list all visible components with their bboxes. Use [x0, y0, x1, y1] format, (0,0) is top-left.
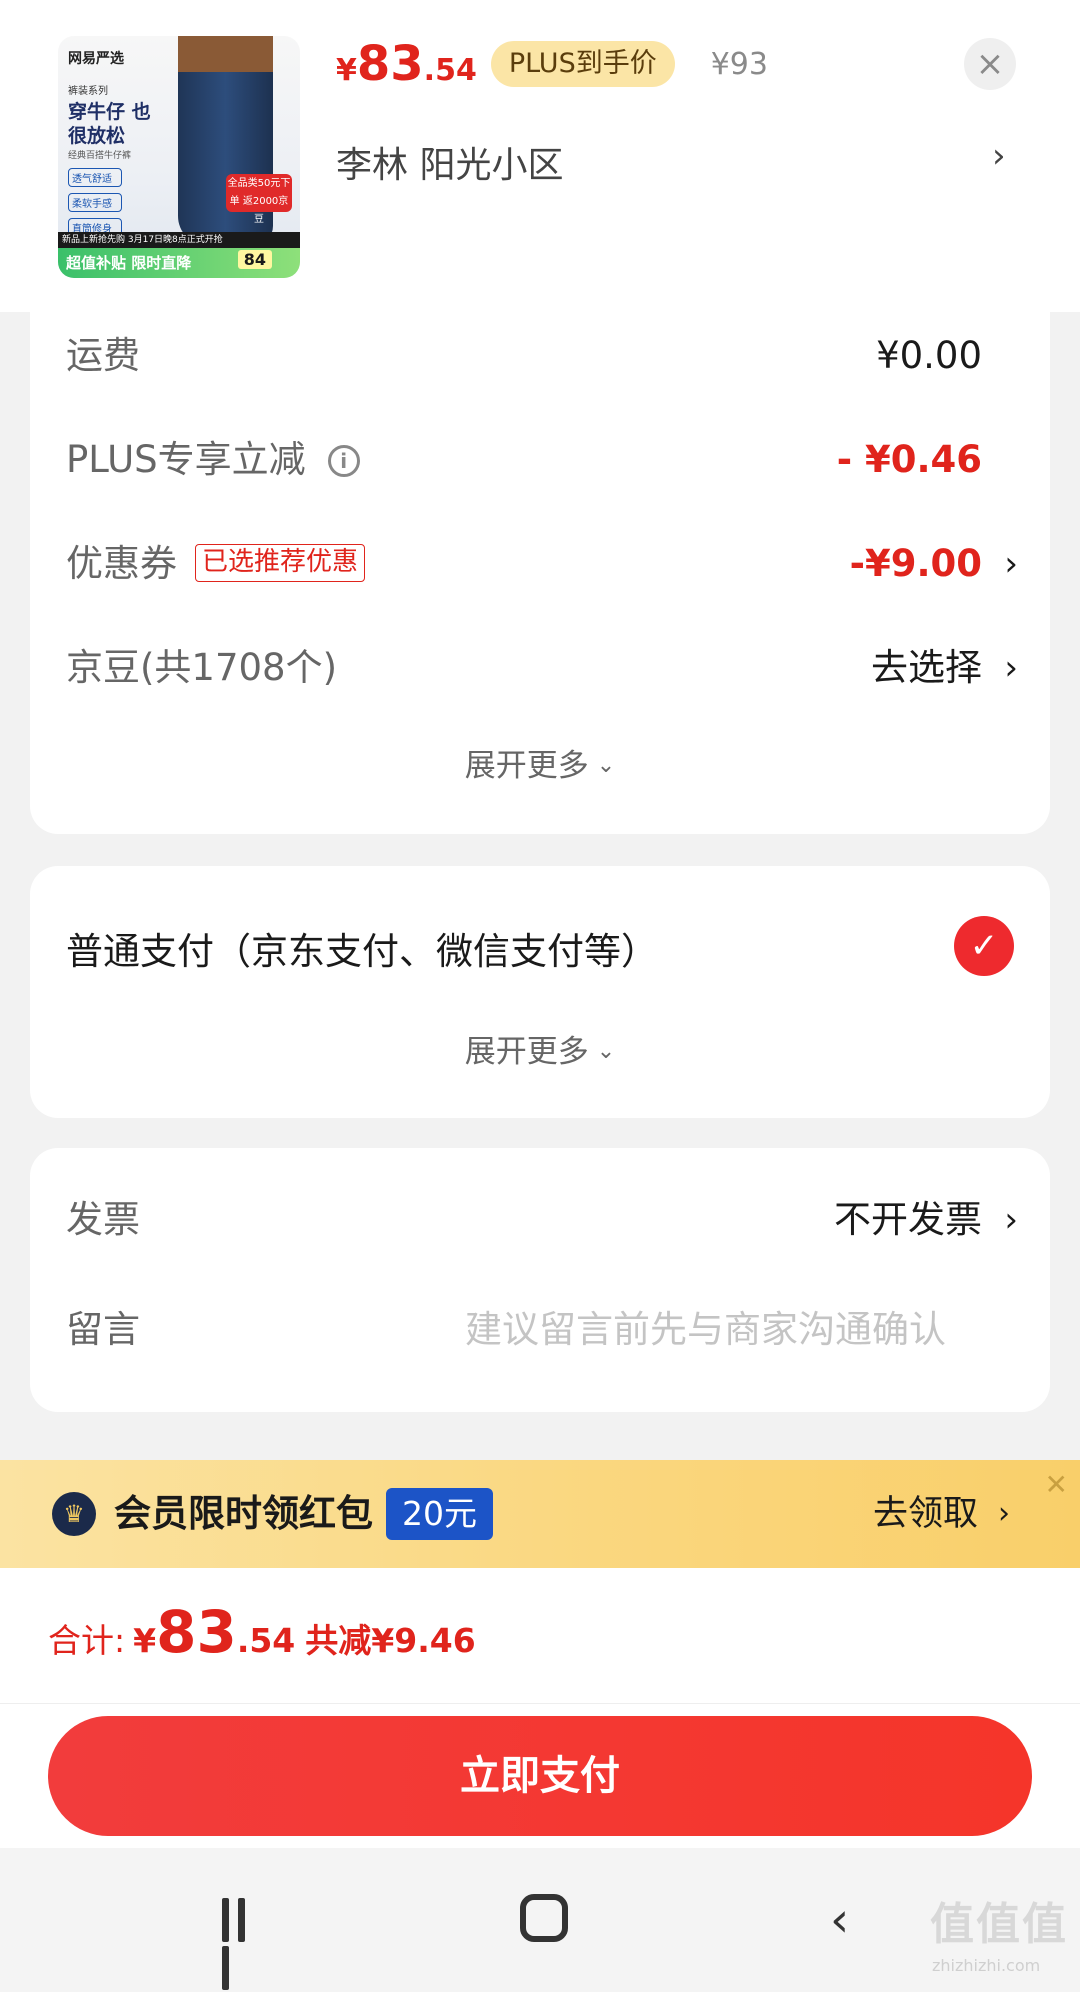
invoice-value: 不开发票 [834, 1198, 982, 1241]
price-symbol: ¥ [336, 53, 357, 88]
price-row: ¥83.54 PLUS到手价 ¥93 [336, 34, 768, 94]
coupon-tag: 已选推荐优惠 [195, 544, 366, 582]
thumb-bottom-text: 超值补贴 限时直降 [66, 254, 192, 272]
shipping-value: ¥0.00 [876, 334, 982, 377]
expand-more-label: 展开更多 [464, 748, 589, 784]
product-thumbnail[interactable]: 网易严选 裤装系列 穿牛仔 也很放松 经典百搭牛仔裤 透气舒适 柔软手感 直筒修… [58, 36, 300, 278]
plus-discount-text: PLUS专享立减 [66, 438, 306, 481]
delivery-address[interactable]: 李林 阳光小区 [336, 136, 563, 188]
original-price: ¥93 [710, 46, 768, 82]
checkout-page: 网易严选 裤装系列 穿牛仔 也很放松 经典百搭牛仔裤 透气舒适 柔软手感 直筒修… [0, 0, 1080, 1992]
fees-card: 运费 ¥0.00 PLUS专享立减 i - ¥0.46 优惠券 已选推荐优惠 -¥9… [30, 312, 1050, 834]
note-input[interactable]: 建议留言前先与商家沟通确认 [465, 1300, 946, 1360]
total-int: 83 [156, 1598, 237, 1666]
plus-discount-row: PLUS专享立减 i - ¥0.46 [66, 430, 1018, 490]
note-row[interactable]: 留言 建议留言前先与商家沟通确认 [66, 1300, 1018, 1360]
coupon-label: 优惠券 已选推荐优惠 [66, 534, 366, 594]
close-icon[interactable]: × [964, 38, 1016, 90]
belt-image [178, 36, 273, 72]
price-int: 83 [356, 36, 424, 92]
system-nav-bar: ‹ 值值值 zhizhizhi.com [0, 1848, 1080, 1992]
close-icon[interactable]: ✕ [1045, 1468, 1068, 1501]
thumb-subtitle: 经典百搭牛仔裤 [68, 151, 132, 161]
total-label: 合计: [48, 1621, 126, 1660]
jingdou-value: 去选择 [871, 646, 982, 689]
chevron-right-icon[interactable]: › [992, 136, 1006, 176]
watermark-logo: 值值值 [930, 1899, 1068, 1950]
thumb-bottom-bar: 超值补贴 限时直降 84 [58, 248, 300, 278]
plus-price-badge: PLUS到手价 [490, 41, 675, 87]
banner-title: 会员限时领红包 [114, 1492, 373, 1535]
invoice-label: 发票 [66, 1198, 140, 1241]
product-header: 网易严选 裤装系列 穿牛仔 也很放松 经典百搭牛仔裤 透气舒适 柔软手感 直筒修… [0, 0, 1080, 312]
back-icon[interactable]: ‹ [830, 1892, 849, 1948]
pay-area: 立即支付 [0, 1704, 1080, 1848]
total-dec: .54 [236, 1621, 296, 1660]
chevron-right-icon[interactable]: › [1004, 638, 1018, 698]
chevron-right-icon[interactable]: › [998, 1486, 1010, 1542]
thumb-headline: 穿牛仔 也很放松 [68, 101, 151, 147]
chevron-down-icon: ⌄ [596, 1039, 616, 1064]
coupon-row[interactable]: 优惠券 已选推荐优惠 -¥9.00 › [66, 534, 1018, 594]
total-saving: 共减¥9.46 [305, 1621, 476, 1660]
expand-more-label: 展开更多 [464, 1034, 589, 1070]
note-label: 留言 [66, 1308, 140, 1351]
pay-now-button[interactable]: 立即支付 [48, 1716, 1032, 1836]
coupon-value: -¥9.00 [849, 542, 982, 585]
thumb-promo: 全品类50元下单 返2000京豆 [226, 174, 292, 225]
order-summary: 合计: ¥83.54 共减¥9.46 [0, 1568, 1080, 1704]
chevron-right-icon[interactable]: › [1004, 1190, 1018, 1250]
invoice-row[interactable]: 发票 不开发票 › [66, 1190, 1018, 1250]
thumb-brand: 网易严选 [68, 51, 124, 67]
thumb-bottom-price: 84 [237, 250, 272, 269]
total-line: 合计: ¥83.54 共减¥9.46 [48, 1598, 476, 1666]
chevron-down-icon: ⌄ [596, 753, 616, 778]
shipping-label: 运费 [66, 334, 140, 377]
info-icon[interactable]: i [327, 445, 360, 477]
banner-amount: 20元 [386, 1488, 493, 1540]
product-price: ¥83.54 [336, 36, 477, 92]
watermark-url: zhizhizhi.com [932, 1956, 1041, 1975]
recent-apps-icon[interactable] [222, 1898, 266, 1990]
thumb-tag: 透气舒适 [68, 168, 122, 187]
home-icon[interactable] [520, 1894, 568, 1942]
check-icon[interactable]: ✓ [954, 916, 1014, 976]
thumb-tag: 柔软手感 [68, 193, 122, 212]
total-symbol: ¥ [133, 1621, 157, 1660]
jingdou-row[interactable]: 京豆(共1708个) 去选择 › [66, 638, 1018, 698]
expand-more-fees[interactable]: 展开更多 ⌄ [30, 740, 1050, 785]
shipping-row: 运费 ¥0.00 [66, 326, 1018, 386]
chevron-right-icon[interactable]: › [1004, 534, 1018, 594]
payment-method-label[interactable]: 普通支付（京东支付、微信支付等） [66, 922, 658, 982]
crown-icon: ♛ [52, 1492, 96, 1536]
plus-discount-label: PLUS专享立减 i [66, 430, 360, 490]
plus-discount-value: - ¥0.46 [836, 438, 982, 481]
member-redpacket-banner[interactable]: ♛ 会员限时领红包 20元 去领取 › ✕ [0, 1460, 1080, 1568]
payment-card: 普通支付（京东支付、微信支付等） ✓ 展开更多 ⌄ [30, 866, 1050, 1118]
claim-button[interactable]: 去领取 [873, 1486, 978, 1542]
price-dec: .54 [423, 53, 477, 88]
thumb-launch: 新品上新抢先购 3月17日晚8点正式开抢 [58, 232, 300, 248]
extras-card: 发票 不开发票 › 留言 建议留言前先与商家沟通确认 [30, 1148, 1050, 1412]
expand-more-payment[interactable]: 展开更多 ⌄ [30, 1026, 1050, 1071]
thumb-series: 裤装系列 [68, 86, 108, 97]
coupon-text: 优惠券 [66, 542, 177, 585]
jingdou-label: 京豆(共1708个) [66, 646, 338, 689]
